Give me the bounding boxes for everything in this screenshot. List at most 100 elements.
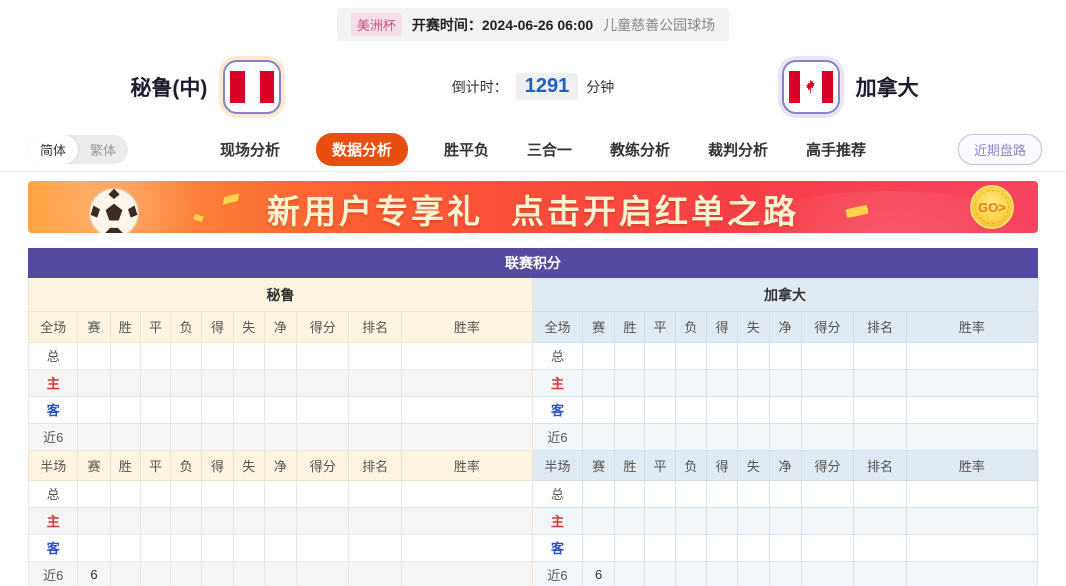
- column-header: 得分: [801, 312, 853, 342]
- table-row: 近66: [533, 561, 1038, 586]
- table-row: 主: [29, 369, 533, 396]
- row-label: 总: [29, 342, 78, 369]
- stat-cell: [297, 561, 349, 586]
- stat-cell: [202, 561, 233, 586]
- stat-cell: [171, 480, 202, 507]
- stat-cell: [78, 534, 110, 561]
- nav-tab[interactable]: 数据分析: [316, 133, 408, 166]
- stat-cell: [171, 396, 202, 423]
- stat-cell: [675, 480, 706, 507]
- stat-cell: [675, 561, 706, 586]
- stat-cell: [297, 396, 349, 423]
- stat-cell: [906, 396, 1037, 423]
- column-header: 得: [707, 312, 738, 342]
- stat-cell: [769, 342, 801, 369]
- recent-odds-button[interactable]: 近期盘路: [958, 134, 1042, 165]
- nav-tab[interactable]: 裁判分析: [706, 133, 770, 166]
- stat-cell: [738, 396, 769, 423]
- stat-cell: [401, 534, 532, 561]
- column-header: 平: [645, 450, 675, 480]
- column-header-row: 全场赛胜平负得失净得分排名胜率: [533, 312, 1038, 342]
- column-header: 排名: [854, 312, 906, 342]
- column-header: 失: [738, 450, 769, 480]
- stat-cell: [738, 480, 769, 507]
- stat-cell: [401, 396, 532, 423]
- stat-cell: [738, 369, 769, 396]
- column-header: 平: [140, 450, 170, 480]
- stat-cell: [854, 423, 906, 450]
- stat-cell: [769, 423, 801, 450]
- row-label: 总: [533, 342, 582, 369]
- stat-cell: [401, 369, 532, 396]
- column-header: 净: [264, 312, 296, 342]
- stat-cell: [675, 396, 706, 423]
- toggle-simplified[interactable]: 简体: [28, 135, 78, 164]
- column-header: 失: [233, 450, 264, 480]
- home-standings-table: 全场赛胜平负得失净得分排名胜率总主客近6半场赛胜平负得失净得分排名胜率总主客近6…: [28, 312, 533, 586]
- nav-tab[interactable]: 现场分析: [218, 133, 282, 166]
- nav-tab[interactable]: 教练分析: [608, 133, 672, 166]
- column-header: 排名: [349, 312, 401, 342]
- stat-cell: [645, 369, 675, 396]
- stat-cell: [906, 480, 1037, 507]
- stat-cell: [707, 423, 738, 450]
- stat-cell: [854, 507, 906, 534]
- stat-cell: [171, 507, 202, 534]
- column-header: 排名: [854, 450, 906, 480]
- maple-leaf-icon: [803, 79, 818, 94]
- column-header: 净: [769, 312, 801, 342]
- nav-tab[interactable]: 三合一: [525, 133, 574, 166]
- column-header: 负: [171, 450, 202, 480]
- stat-cell: [401, 561, 532, 586]
- table-row: 客: [29, 534, 533, 561]
- stat-cell: [707, 507, 738, 534]
- stat-cell: [707, 342, 738, 369]
- column-header: 排名: [349, 450, 401, 480]
- stat-cell: [349, 534, 401, 561]
- stat-cell: [707, 396, 738, 423]
- stat-cell: [707, 369, 738, 396]
- column-header-row: 半场赛胜平负得失净得分排名胜率: [533, 450, 1038, 480]
- stat-cell: [615, 342, 645, 369]
- row-label: 客: [29, 396, 78, 423]
- table-row: 总: [29, 480, 533, 507]
- column-header: 失: [738, 312, 769, 342]
- stat-cell: [675, 342, 706, 369]
- row-label: 总: [29, 480, 78, 507]
- nav-tab[interactable]: 胜平负: [442, 133, 491, 166]
- match-info-box: 美洲杯 开赛时间：2024-06-26 06:00 儿童慈善公园球场: [337, 8, 729, 41]
- go-button[interactable]: GO>: [970, 185, 1014, 229]
- stat-cell: [738, 342, 769, 369]
- canada-flag-icon: [782, 60, 840, 114]
- stat-cell: [645, 561, 675, 586]
- row-label: 近6: [533, 561, 582, 586]
- column-header: 得: [707, 450, 738, 480]
- row-label: 近6: [29, 561, 78, 586]
- stat-cell: [297, 342, 349, 369]
- nav-tab[interactable]: 高手推荐: [804, 133, 868, 166]
- stat-cell: [854, 534, 906, 561]
- stat-cell: [707, 561, 738, 586]
- peru-flag-icon: [223, 60, 281, 114]
- stat-cell: [906, 561, 1037, 586]
- stat-cell: [171, 423, 202, 450]
- stat-cell: [801, 507, 853, 534]
- row-label: 主: [29, 507, 78, 534]
- stat-cell: [78, 369, 110, 396]
- toggle-traditional[interactable]: 繁体: [78, 135, 128, 164]
- stat-cell: [801, 423, 853, 450]
- stat-cell: [233, 369, 264, 396]
- stat-cell: [233, 342, 264, 369]
- column-header: 净: [264, 450, 296, 480]
- away-team-name: 加拿大: [856, 72, 919, 102]
- table-row: 近6: [29, 423, 533, 450]
- stat-cell: [264, 396, 296, 423]
- home-team-name: 秘鲁(中): [130, 72, 207, 102]
- stat-cell: [78, 423, 110, 450]
- stat-cell: [140, 342, 170, 369]
- promo-banner[interactable]: 新用户专享礼点击开启红单之路 GO>: [28, 181, 1038, 233]
- table-row: 客: [29, 396, 533, 423]
- stat-cell: [769, 507, 801, 534]
- stat-cell: [297, 480, 349, 507]
- stat-cell: [401, 342, 532, 369]
